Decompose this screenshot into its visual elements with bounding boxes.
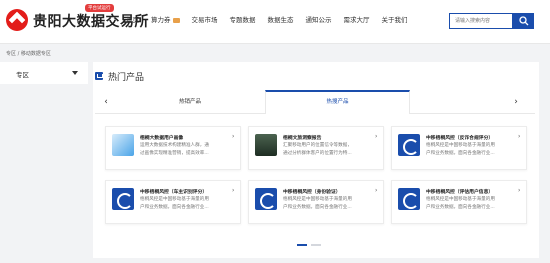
search-input[interactable] [450,14,512,28]
product-title: 中移梧桐风控（身份验证） [283,190,341,195]
nav-notices[interactable]: 通知公示 [306,14,332,24]
product-desc: 运用大数据技术构建精准人群，通 过画像实现精准营销，提高效率... [140,142,238,157]
product-card[interactable]: 中移梧桐风控（评估用户信息） › 梧桐风控是中国移动基于海量的用 户和业务数据，… [391,180,527,224]
chevron-right-icon: › [518,133,521,140]
breadcrumb[interactable]: 专区 / 移动数据专区 [6,50,51,57]
product-card[interactable]: 梧桐大数据用户画像 › 运用大数据技术构建精准人群，通 过画像实现精准营销，提高… [105,126,241,170]
carousel-pager [297,244,321,246]
nav-market[interactable]: 交易市场 [192,14,218,24]
product-tabs: ‹ 热销产品 热搜产品 › [95,90,535,114]
product-title: 梧桐大数据用户画像 [140,136,184,141]
product-desc-line: 梧桐风控是中国移动基于海量的用 [140,197,209,202]
product-desc-line: 过画像实现精准营销，提高效率... [140,150,209,156]
product-title: 中移梧桐风控（反诈合规评分） [426,136,494,141]
chevron-left-icon[interactable]: ‹ [101,96,111,108]
zone-selector-label: 专区 [16,71,29,79]
top-header: 贵阳大数据交易所 平台试运行 首页 算力券 交易市场 专题数据 数据生态 通知公… [0,0,550,44]
chevron-right-icon: › [375,133,378,140]
product-desc-line: 梧桐风控是中国移动基于海量的用 [283,197,352,202]
pager-dot-active[interactable] [297,244,307,246]
status-badge: 平台试运行 [85,4,114,12]
chevron-right-icon: › [518,187,521,194]
nav-ecosystem[interactable]: 数据生态 [268,14,294,24]
product-desc: 梧桐风控是中国移动基于海量的用 户和业务数据，面向各金融行业... [426,142,524,157]
chevron-right-icon: › [375,187,378,194]
product-desc-line: 户和业务数据，面向各金融行业... [426,150,495,156]
product-card[interactable]: 中移梧桐风控（反诈合规评分） › 梧桐风控是中国移动基于海量的用 户和业务数据，… [391,126,527,170]
hot-products-icon [95,72,103,80]
product-title: 梧桐文旅洞察报告 [283,136,322,141]
tab-hot-search[interactable]: 热搜产品 [265,90,410,114]
nav-about[interactable]: 关于我们 [382,14,408,24]
product-card[interactable]: 梧桐文旅洞察报告 › 汇聚移动用户的位置信令等数据， 通过分析群体客户的位置行为… [248,126,384,170]
product-card[interactable]: 中移梧桐风控（车主识别评分） › 梧桐风控是中国移动基于海量的用 户和业务数据，… [105,180,241,224]
chevron-right-icon[interactable]: › [511,96,521,108]
product-title: 中移梧桐风控（评估用户信息） [426,190,494,195]
product-desc: 梧桐风控是中国移动基于海量的用 户和业务数据，面向各金融行业... [426,196,524,211]
nav-compute-voucher[interactable]: 算力券 [151,14,180,24]
hot-products-panel: 热门产品 ‹ 热销产品 热搜产品 › 梧桐大数据用户画像 › 运用大数据技术构建… [93,62,539,258]
product-thumbnail [398,188,420,210]
product-desc-line: 运用大数据技术构建精准人群，通 [140,143,209,148]
zone-selector[interactable]: 专区 [0,62,88,84]
section-title: 热门产品 [108,72,145,83]
product-desc: 梧桐风控是中国移动基于海量的用 户和业务数据，面向各金融行业... [283,196,381,211]
product-card[interactable]: 中移梧桐风控（身份验证） › 梧桐风控是中国移动基于海量的用 户和业务数据，面向… [248,180,384,224]
search-icon [519,16,529,26]
search-box [449,13,513,29]
section-header: 热门产品 [95,70,145,83]
product-desc-line: 通过分析群体客户的位置行为特... [283,150,352,156]
product-desc-line: 户和业务数据，面向各金融行业... [283,204,352,210]
product-thumbnail [112,188,134,210]
product-thumbnail [255,134,277,156]
product-desc-line: 户和业务数据，面向各金融行业... [140,204,209,210]
product-desc-line: 汇聚移动用户的位置信令等数据， [283,143,352,148]
main-nav: 首页 算力券 交易市场 专题数据 数据生态 通知公示 需求大厅 关于我们 [126,14,420,24]
nav-topic-data[interactable]: 专题数据 [230,14,256,24]
product-desc-line: 梧桐风控是中国移动基于海量的用 [426,143,495,148]
product-title: 中移梧桐风控（车主识别评分） [140,190,208,195]
tab-hot-selling[interactable]: 热销产品 [115,90,265,114]
product-desc: 梧桐风控是中国移动基于海量的用 户和业务数据，面向各金融行业... [140,196,238,211]
product-thumbnail [112,134,134,156]
nav-home[interactable]: 首页 [126,14,139,24]
product-thumbnail [398,134,420,156]
product-desc-line: 户和业务数据，面向各金融行业... [426,204,495,210]
nav-demand-hall[interactable]: 需求大厅 [344,14,370,24]
logo-icon[interactable] [6,9,28,31]
pager-dot[interactable] [311,244,321,246]
product-desc-line: 梧桐风控是中国移动基于海量的用 [426,197,495,202]
chevron-right-icon: › [232,187,235,194]
product-thumbnail [255,188,277,210]
product-desc: 汇聚移动用户的位置信令等数据， 通过分析群体客户的位置行为特... [283,142,381,157]
chevron-right-icon: › [232,133,235,140]
search-button[interactable] [513,13,534,29]
chevron-down-icon [72,71,78,75]
